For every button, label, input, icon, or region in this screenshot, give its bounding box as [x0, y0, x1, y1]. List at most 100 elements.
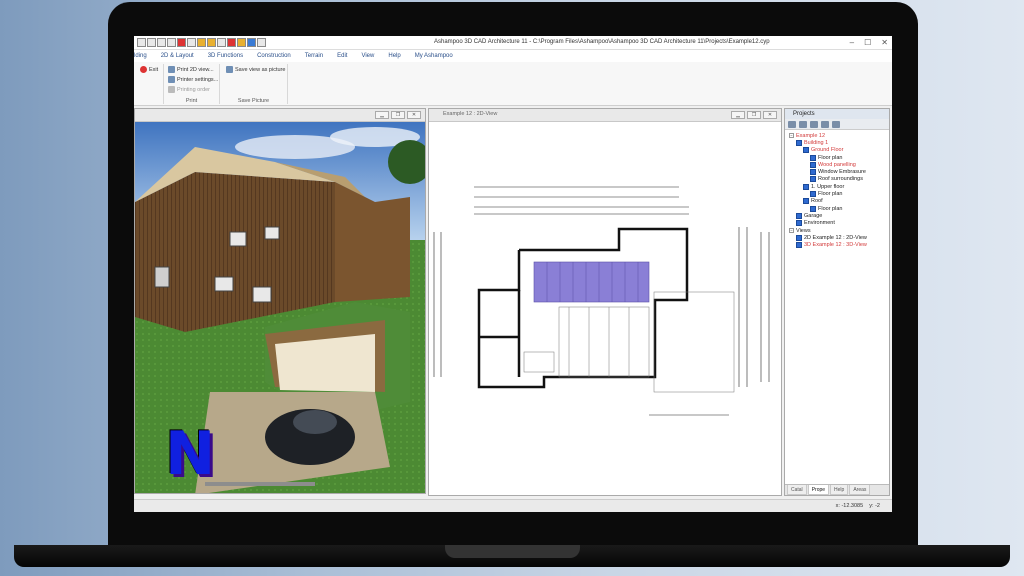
tree-item-label: Views [796, 227, 811, 234]
record-icon[interactable] [177, 38, 186, 47]
pane-close-icon[interactable]: ✕ [763, 111, 777, 119]
delete-icon[interactable] [821, 121, 829, 128]
tree-item[interactable]: Floor plan [785, 190, 889, 198]
visibility-checkbox[interactable] [803, 147, 809, 154]
tree-item[interactable]: Building 1 [785, 139, 889, 146]
menu-item[interactable]: My Ashampoo [415, 53, 453, 59]
minimize-icon[interactable]: – [850, 38, 854, 47]
tree-item[interactable]: Roof [785, 198, 889, 205]
visibility-checkbox[interactable] [810, 176, 816, 183]
tree-item-label: Roof surroundings [818, 176, 863, 183]
add-icon[interactable] [799, 121, 807, 128]
tree-item[interactable]: Floor plan [785, 205, 889, 212]
tree-item[interactable]: Floor plan [785, 154, 889, 161]
pane-close-icon[interactable]: ✕ [407, 111, 421, 119]
panel-tab[interactable]: Help [830, 485, 849, 495]
delete-icon[interactable] [227, 38, 236, 47]
projects-tabs: Catal Prope Help Areas [785, 484, 889, 495]
pane-minimize-icon[interactable]: ▁ [731, 111, 745, 119]
menu-item[interactable]: View [361, 53, 374, 59]
pointer-icon[interactable] [247, 38, 256, 47]
window [214, 276, 234, 292]
menu-item[interactable]: 3D Functions [208, 53, 243, 59]
2d-view-pane[interactable]: Example 12 : 2D-View ▁ ❐ ✕ [428, 108, 782, 496]
visibility-checkbox[interactable] [810, 161, 816, 168]
printer-settings-button[interactable]: Printer settings... [168, 76, 218, 83]
visibility-checkbox[interactable] [810, 205, 816, 212]
save-icon[interactable] [157, 38, 166, 47]
menu-item[interactable]: Help [388, 53, 400, 59]
ribbon-group-label: Save Picture [237, 98, 270, 104]
scrollbar[interactable] [205, 482, 315, 486]
menu-item[interactable]: Construction [257, 53, 291, 59]
visibility-checkbox[interactable] [796, 139, 802, 146]
grid-icon[interactable] [167, 38, 176, 47]
print-2d-button[interactable]: Print 2D view... [168, 66, 214, 73]
paste-icon[interactable] [237, 38, 246, 47]
pane-minimize-icon[interactable]: ▁ [375, 111, 389, 119]
panel-tab[interactable]: Prope [807, 485, 830, 495]
tree-item[interactable]: Ground Floor [785, 147, 889, 154]
tree-item[interactable]: Window Embrasure [785, 168, 889, 176]
visibility-checkbox[interactable] [796, 242, 802, 249]
tree-item[interactable]: − Example 12 [785, 132, 889, 139]
house-icon[interactable] [832, 121, 840, 128]
window-title: Ashampoo 3D CAD Architecture 11 - C:\Pro… [434, 39, 770, 45]
visibility-checkbox[interactable] [796, 220, 802, 227]
cut-icon[interactable] [217, 38, 226, 47]
magnet-icon[interactable] [187, 38, 196, 47]
picture-icon [226, 66, 233, 73]
close-icon[interactable]: ✕ [881, 38, 888, 47]
ribbon-group-save-picture: Save view as picture Save Picture [220, 64, 288, 104]
new-file-icon[interactable] [137, 38, 146, 47]
pane-restore-icon[interactable]: ❐ [747, 111, 761, 119]
check-icon[interactable] [788, 121, 796, 128]
tree-item[interactable]: Environment [785, 220, 889, 227]
tree-item[interactable]: − Views [785, 227, 889, 234]
garage-interior [275, 334, 375, 392]
panel-tab[interactable]: Areas [849, 485, 871, 495]
pane-title: Example 12 : 2D-View [443, 111, 498, 117]
visibility-checkbox[interactable] [803, 183, 809, 190]
redo-icon[interactable] [207, 38, 216, 47]
print-icon[interactable] [257, 38, 266, 47]
menu-item[interactable]: 2D & Layout [161, 53, 194, 59]
tree-item[interactable]: Wood panelling [785, 161, 889, 168]
3d-view-pane[interactable]: ▁ ❐ ✕ N [134, 108, 426, 494]
exit-button[interactable]: Exit [140, 66, 158, 73]
pane-restore-icon[interactable]: ❐ [391, 111, 405, 119]
undo-icon[interactable] [197, 38, 206, 47]
printing-order-button[interactable]: Printing order [168, 86, 210, 93]
open-file-icon[interactable] [147, 38, 156, 47]
title-bar: Ashampoo 3D CAD Architecture 11 - C:\Pro… [134, 36, 892, 50]
tree-item[interactable]: 2D Example 12 : 2D-View [785, 234, 889, 241]
watermark-logo: N [165, 419, 216, 489]
menu-item[interactable]: Edit [337, 53, 347, 59]
settings-icon[interactable] [810, 121, 818, 128]
floor-plan-drawing[interactable] [429, 122, 781, 496]
visibility-checkbox[interactable] [796, 234, 802, 241]
visibility-checkbox[interactable] [810, 154, 816, 161]
menu-item[interactable]: Terrain [305, 53, 323, 59]
visibility-checkbox[interactable] [796, 212, 802, 219]
save-view-button[interactable]: Save view as picture [226, 66, 285, 73]
tree-item-label: Garage [804, 212, 823, 219]
expand-icon[interactable]: − [789, 133, 794, 139]
tree-item-label: Environment [804, 220, 835, 227]
window [264, 226, 280, 240]
tree-item[interactable]: 1. Upper floor [785, 183, 889, 190]
visibility-checkbox[interactable] [810, 191, 816, 198]
ribbon-group-label: Print [185, 98, 198, 104]
visibility-checkbox[interactable] [810, 169, 816, 176]
expand-icon[interactable]: − [789, 228, 794, 233]
tree-item-label: 3D Example 12 : 3D-View [804, 242, 867, 249]
tree-item-label: Floor plan [818, 191, 843, 198]
tree-item[interactable]: Garage [785, 212, 889, 219]
tree-item[interactable]: 3D Example 12 : 3D-View [785, 241, 889, 249]
visibility-checkbox[interactable] [803, 198, 809, 205]
tree-item[interactable]: Roof surroundings [785, 176, 889, 183]
menu-item[interactable]: lding [134, 53, 147, 59]
panel-tab[interactable]: Catal [787, 485, 807, 495]
ribbon-group-exit: Exit [134, 64, 164, 104]
maximize-icon[interactable]: ☐ [864, 38, 871, 47]
